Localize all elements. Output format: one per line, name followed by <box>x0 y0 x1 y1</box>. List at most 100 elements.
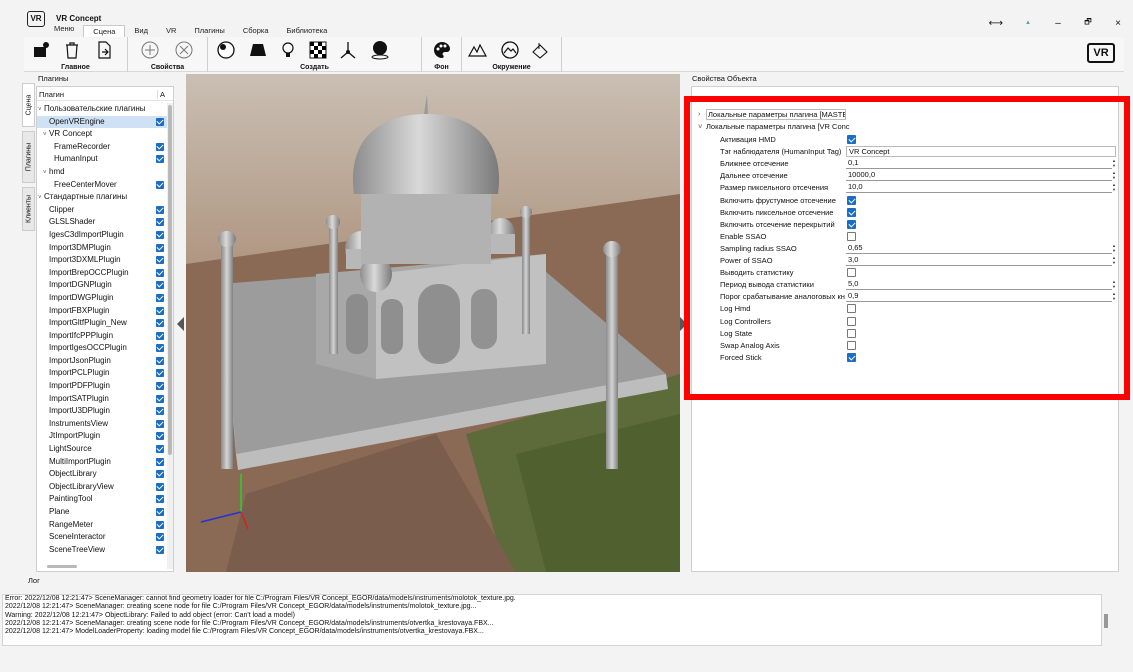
plugin-active-checkbox[interactable] <box>156 268 164 277</box>
plugin-item[interactable]: ˅ VR Concept <box>37 128 167 141</box>
side-tab-scene[interactable]: Сцена <box>22 83 35 127</box>
plugin-active-checkbox[interactable] <box>156 533 164 542</box>
plugin-active-checkbox[interactable] <box>156 356 164 365</box>
plugin-active-checkbox[interactable] <box>156 520 164 529</box>
plugin-item[interactable]: LightSource <box>37 443 167 456</box>
plugin-item[interactable]: FreeCenterMover <box>37 179 167 192</box>
column-active[interactable]: А <box>157 90 165 99</box>
close-button[interactable]: × <box>1113 18 1123 29</box>
plugin-item[interactable]: ˅ Стандартные плагины <box>37 191 167 204</box>
export-button[interactable] <box>92 39 116 61</box>
plugin-item[interactable]: RangeMeter <box>37 519 167 532</box>
restore-button[interactable]: 🗗 <box>1083 16 1093 30</box>
side-tab-plugins[interactable]: Плагины <box>22 131 35 183</box>
plugin-active-checkbox[interactable] <box>156 331 164 340</box>
plugin-item[interactable]: ImportDWGPlugin <box>37 292 167 305</box>
create-material-button[interactable] <box>368 39 392 61</box>
plugins-scrollbar[interactable] <box>167 103 173 569</box>
side-tab-clients[interactable]: Клиенты <box>22 187 35 231</box>
tab-menu[interactable]: Меню <box>45 23 83 35</box>
plugin-active-checkbox[interactable] <box>156 230 164 239</box>
plugin-item[interactable]: ImportJsonPlugin <box>37 355 167 368</box>
plugin-active-checkbox[interactable] <box>156 155 164 164</box>
add-property-button[interactable] <box>138 39 162 61</box>
plugin-item[interactable]: Clipper <box>37 204 167 217</box>
plugin-active-checkbox[interactable] <box>156 319 164 328</box>
interaction-button[interactable] <box>528 39 552 61</box>
plugin-item[interactable]: ImportFBXPlugin <box>37 305 167 318</box>
plugin-item[interactable]: ImportPDFPlugin <box>37 380 167 393</box>
tab-plugins[interactable]: Плагины <box>185 25 233 37</box>
plugin-active-checkbox[interactable] <box>156 369 164 378</box>
plugin-active-checkbox[interactable] <box>156 482 164 491</box>
tab-view[interactable]: Вид <box>125 25 157 37</box>
plugin-active-checkbox[interactable] <box>156 382 164 391</box>
plugin-item[interactable]: ImportBrepOCCPlugin <box>37 267 167 280</box>
plugin-item[interactable]: SceneInteractor <box>37 531 167 544</box>
collapse-ribbon-icon[interactable]: ▲ <box>1023 20 1033 26</box>
plugin-active-checkbox[interactable] <box>156 470 164 479</box>
tab-scene[interactable]: Сцена <box>83 25 126 37</box>
plugin-active-checkbox[interactable] <box>156 256 164 265</box>
plugin-active-checkbox[interactable] <box>156 457 164 466</box>
plugin-item[interactable]: IgesC3dImportPlugin <box>37 229 167 242</box>
plugin-item[interactable]: ImportDGNPlugin <box>37 279 167 292</box>
create-sphere-button[interactable] <box>214 39 238 61</box>
skybox-button[interactable] <box>498 39 522 61</box>
plugin-item[interactable]: ˅ hmd <box>37 166 167 179</box>
tab-vr[interactable]: VR <box>157 25 185 37</box>
plugin-active-checkbox[interactable] <box>156 205 164 214</box>
plugin-item[interactable]: ˅ Пользовательские плагины <box>37 103 167 116</box>
plugin-item[interactable]: HumanInput <box>37 153 167 166</box>
plugin-item[interactable]: ImportU3DPlugin <box>37 405 167 418</box>
plugin-active-checkbox[interactable] <box>156 180 164 189</box>
plugin-item[interactable]: JtImportPlugin <box>37 430 167 443</box>
plugin-active-checkbox[interactable] <box>156 117 164 126</box>
plugin-active-checkbox[interactable] <box>156 432 164 441</box>
terrain-button[interactable] <box>466 39 490 61</box>
plugin-item[interactable]: FrameRecorder <box>37 141 167 154</box>
collapse-left-panel-icon[interactable] <box>177 317 184 331</box>
plugin-item[interactable]: InstrumentsView <box>37 418 167 431</box>
plugin-active-checkbox[interactable] <box>156 495 164 504</box>
plugin-active-checkbox[interactable] <box>156 419 164 428</box>
log-scrollbar-thumb[interactable] <box>1104 614 1108 628</box>
tab-library[interactable]: Библиотека <box>277 25 336 37</box>
plugin-active-checkbox[interactable] <box>156 344 164 353</box>
plugin-item[interactable]: ImportPCLPlugin <box>37 367 167 380</box>
plugin-active-checkbox[interactable] <box>156 243 164 252</box>
plugin-item[interactable]: Plane <box>37 506 167 519</box>
plugin-item[interactable]: PaintingTool <box>37 493 167 506</box>
tab-assembly[interactable]: Сборка <box>234 25 278 37</box>
plugin-item[interactable]: Import3DXMLPlugin <box>37 254 167 267</box>
plugin-active-checkbox[interactable] <box>156 218 164 227</box>
plugin-active-checkbox[interactable] <box>156 293 164 302</box>
plugin-active-checkbox[interactable] <box>156 545 164 554</box>
plugin-item[interactable]: ImportIfcPPPlugin <box>37 330 167 343</box>
plugin-active-checkbox[interactable] <box>156 142 164 151</box>
plugin-item[interactable]: ObjectLibraryView <box>37 481 167 494</box>
plugin-active-checkbox[interactable] <box>156 445 164 454</box>
layout-swap-icon[interactable]: ⟷ <box>989 18 1003 29</box>
plugin-item[interactable]: SceneTreeView <box>37 544 167 557</box>
plugin-active-checkbox[interactable] <box>156 508 164 516</box>
minimize-button[interactable]: – <box>1053 18 1063 29</box>
plugin-item[interactable]: GLSLShader <box>37 216 167 229</box>
plugin-active-checkbox[interactable] <box>156 281 164 290</box>
remove-property-button[interactable] <box>172 39 196 61</box>
plugin-item[interactable]: ImportSATPlugin <box>37 393 167 406</box>
plugin-item[interactable]: OpenVREngine <box>37 115 167 129</box>
plugins-scrollbar-thumb[interactable] <box>168 105 172 455</box>
plugin-active-checkbox[interactable] <box>156 407 164 416</box>
plugins-hscrollbar[interactable] <box>47 565 77 568</box>
plugin-item[interactable]: ImportGltfPlugin_New <box>37 317 167 330</box>
plugin-active-checkbox[interactable] <box>156 306 164 315</box>
plugin-active-checkbox[interactable] <box>156 394 164 403</box>
plugin-item[interactable]: ImportIgesOCCPlugin <box>37 342 167 355</box>
plugin-item[interactable]: ObjectLibrary <box>37 468 167 481</box>
background-button[interactable] <box>430 39 454 61</box>
3d-viewport[interactable] <box>186 74 680 572</box>
create-checker-button[interactable] <box>306 39 330 61</box>
plugin-item[interactable]: MultiImportPlugin <box>37 456 167 469</box>
create-plane-button[interactable] <box>246 39 270 61</box>
